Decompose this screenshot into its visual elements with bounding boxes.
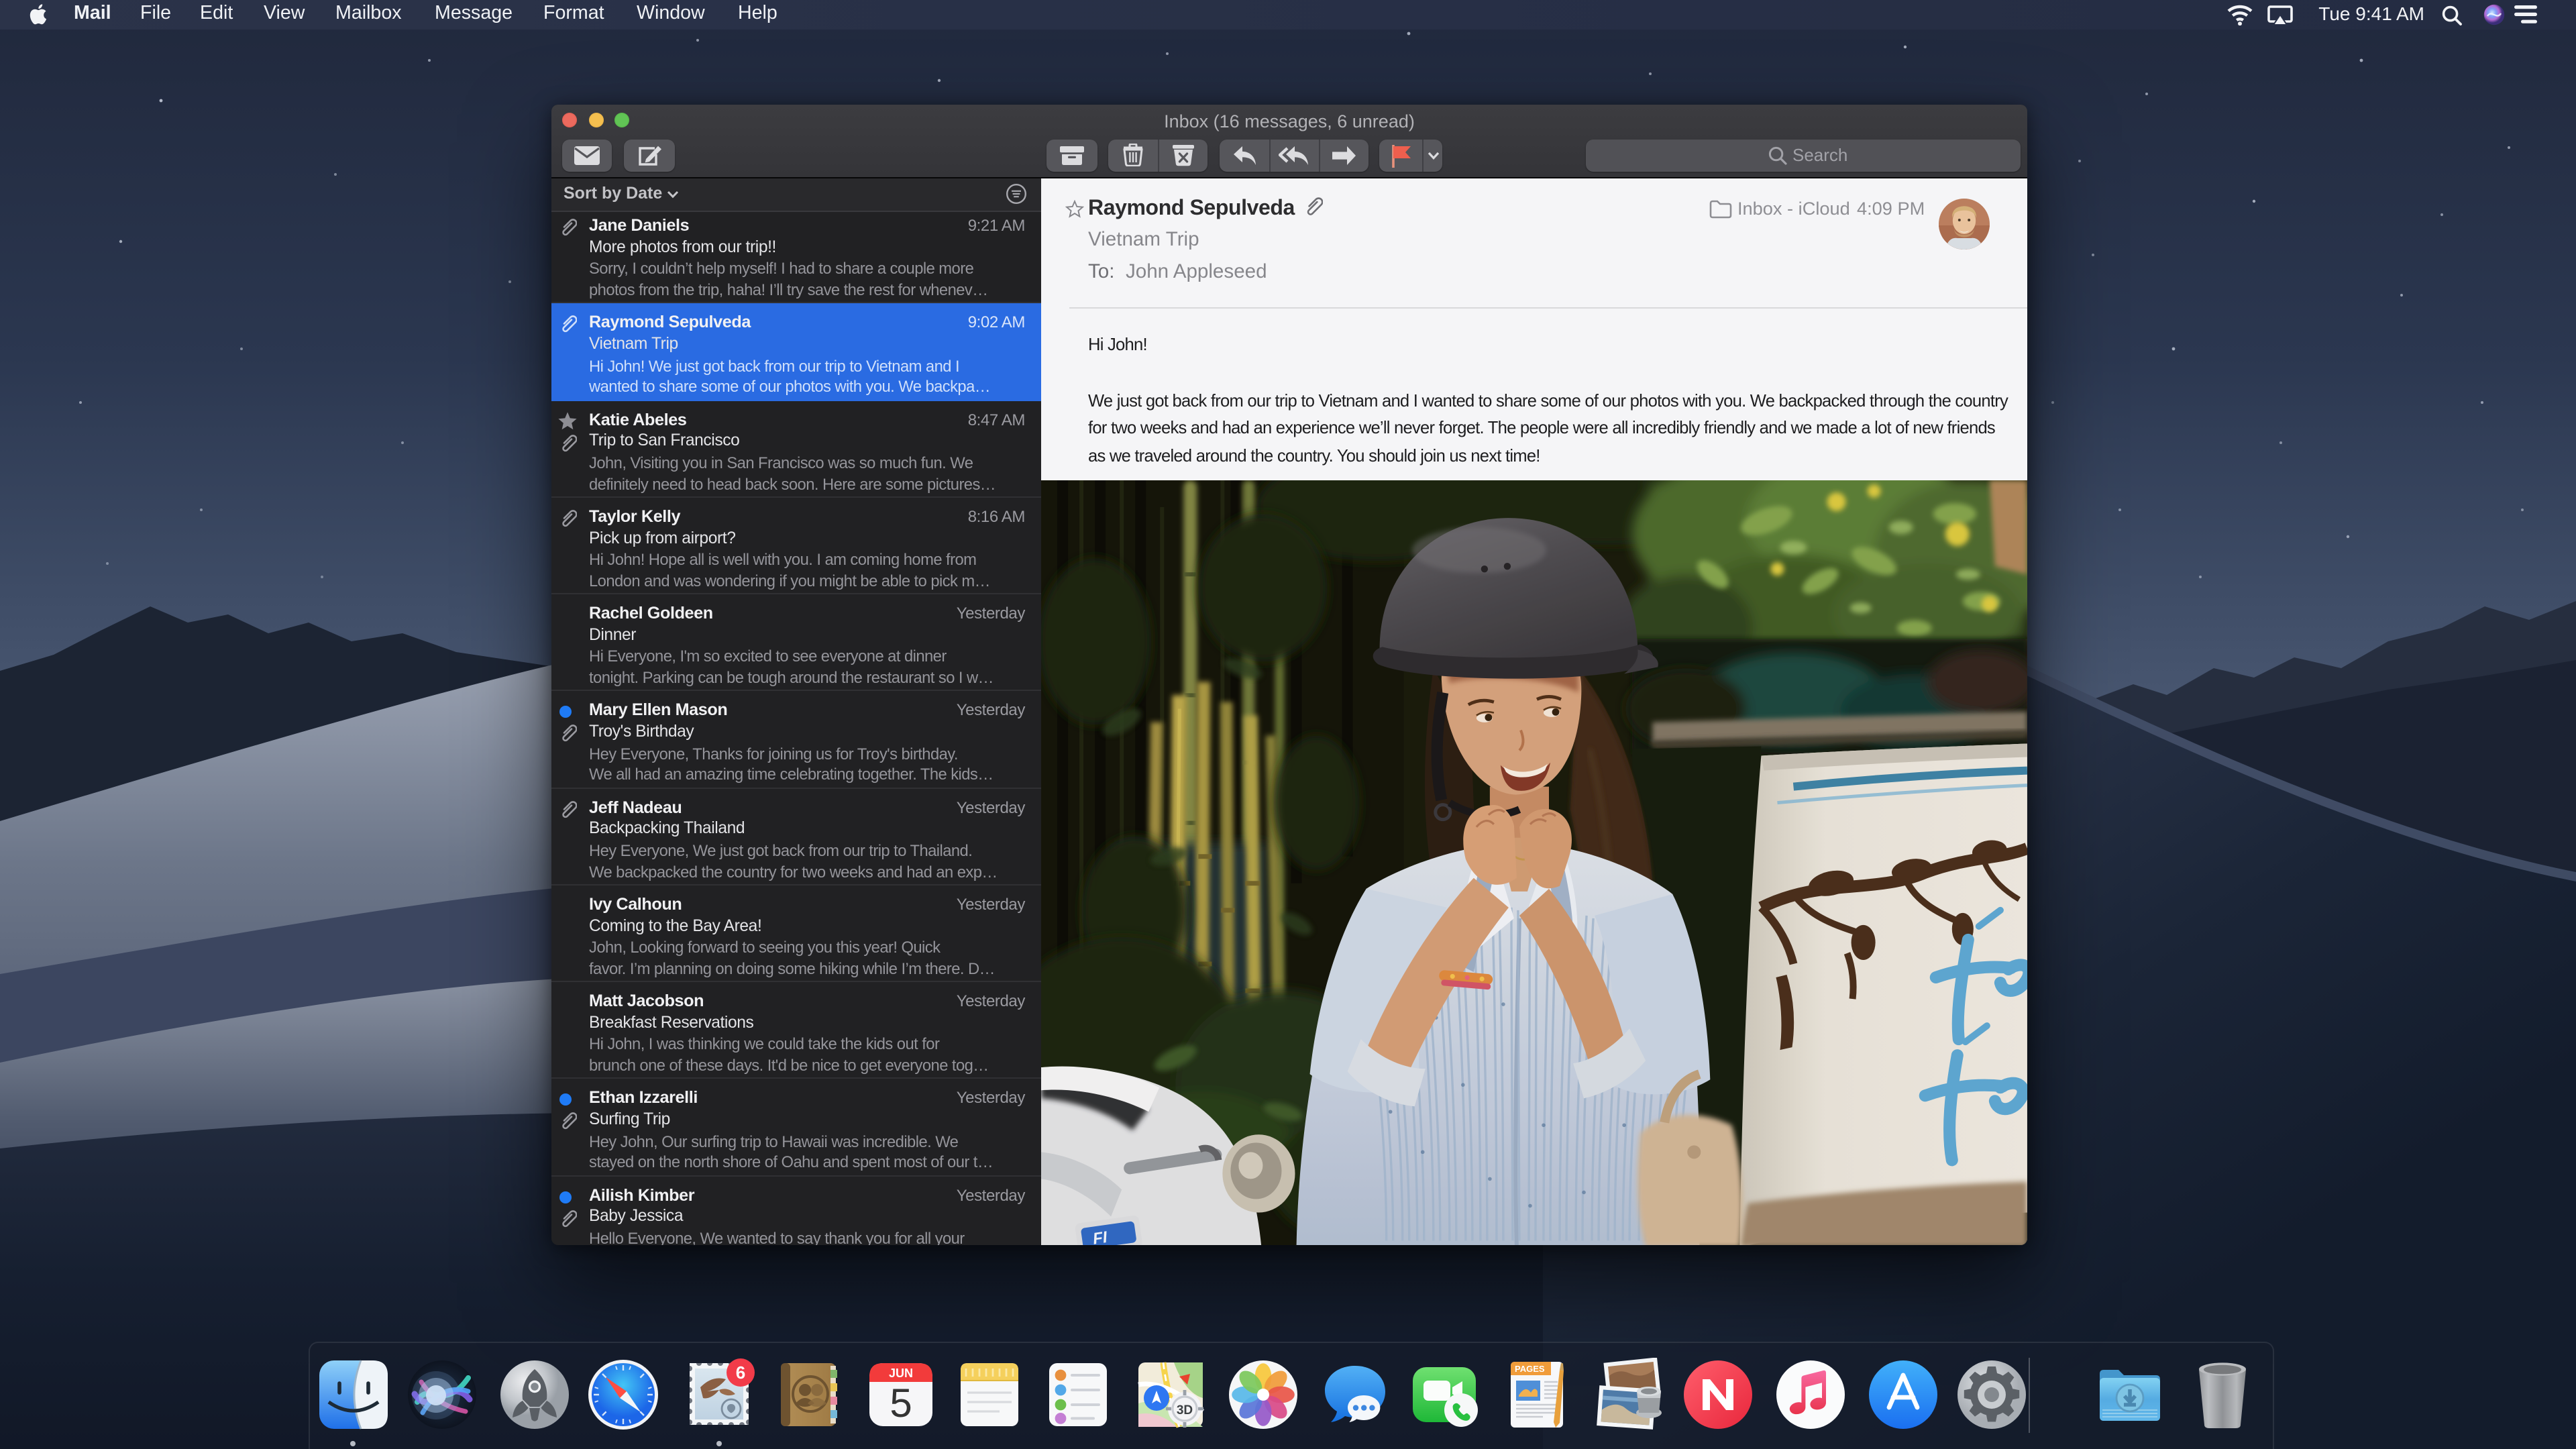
svg-text:6: 6 bbox=[735, 1362, 745, 1383]
svg-text:5: 5 bbox=[889, 1381, 911, 1426]
svg-text:JUN: JUN bbox=[888, 1366, 912, 1380]
svg-text:PAGES: PAGES bbox=[1514, 1364, 1544, 1374]
svg-text:3D: 3D bbox=[1176, 1403, 1192, 1417]
